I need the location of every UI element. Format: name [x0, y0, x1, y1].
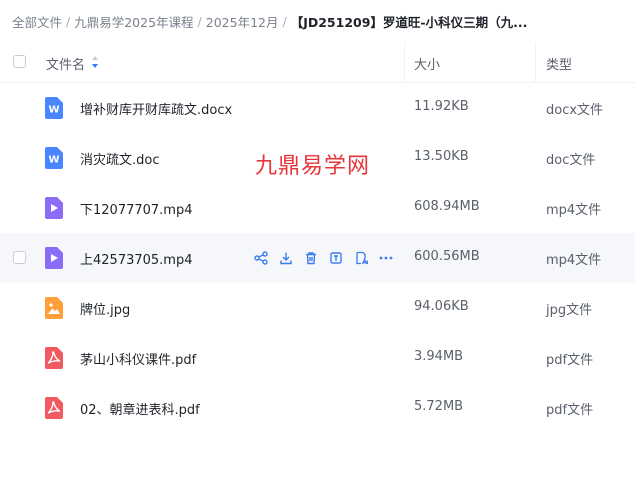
- copy-icon[interactable]: [353, 248, 369, 268]
- delete-icon[interactable]: [303, 248, 319, 268]
- word-doc-icon: W: [45, 147, 63, 169]
- file-name[interactable]: 下12077707.mp4: [80, 199, 193, 218]
- word-doc-icon: W: [45, 97, 63, 119]
- file-name[interactable]: 牌位.jpg: [80, 299, 130, 318]
- watermark-text: 九鼎易学网: [255, 154, 371, 179]
- breadcrumb-item-all-files[interactable]: 全部文件: [12, 12, 62, 31]
- breadcrumb-separator: /: [66, 13, 71, 29]
- rename-icon[interactable]: [328, 248, 344, 268]
- breadcrumb-separator: /: [197, 13, 202, 29]
- file-row[interactable]: 02、朝章进表科.pdf 5.72MB pdf文件: [0, 383, 635, 433]
- file-type: mp4文件: [546, 203, 602, 218]
- column-header-size[interactable]: 大小: [414, 54, 440, 73]
- video-file-icon: [45, 197, 63, 219]
- file-size: 94.06KB: [414, 299, 469, 314]
- file-row[interactable]: 下12077707.mp4 608.94MB mp4文件: [0, 183, 635, 233]
- pdf-file-icon: [45, 347, 63, 369]
- file-size: 3.94MB: [414, 349, 464, 364]
- file-row[interactable]: W 增补财库开财库疏文.docx 11.92KB docx文件: [0, 83, 635, 133]
- file-type: mp4文件: [546, 253, 602, 268]
- table-header: 文件名 大小 类型: [0, 42, 635, 83]
- file-name[interactable]: 02、朝章进表科.pdf: [80, 399, 200, 418]
- file-type: docx文件: [546, 103, 604, 118]
- breadcrumb: 全部文件 / 九鼎易学2025年课程 / 2025年12月 / 【JD25120…: [12, 8, 627, 34]
- file-name[interactable]: 茅山小科仪课件.pdf: [80, 349, 196, 368]
- sort-icon[interactable]: [91, 55, 99, 69]
- file-size: 5.72MB: [414, 399, 464, 414]
- breadcrumb-separator: /: [282, 13, 287, 29]
- breadcrumb-item-2025-12[interactable]: 2025年12月: [206, 12, 279, 31]
- file-type: jpg文件: [546, 303, 593, 318]
- row-action-bar: [253, 248, 394, 268]
- pdf-file-icon: [45, 397, 63, 419]
- file-name[interactable]: 增补财库开财库疏文.docx: [80, 99, 232, 118]
- breadcrumb-item-course-2025[interactable]: 九鼎易学2025年课程: [74, 12, 193, 31]
- column-divider[interactable]: [535, 42, 536, 82]
- file-size: 13.50KB: [414, 149, 469, 164]
- share-icon[interactable]: [253, 248, 269, 268]
- file-size: 608.94MB: [414, 199, 480, 214]
- image-file-icon: [45, 297, 63, 319]
- file-size: 600.56MB: [414, 249, 480, 264]
- column-header-type[interactable]: 类型: [546, 54, 572, 73]
- file-name[interactable]: 消灾疏文.doc: [80, 149, 160, 168]
- svg-text:W: W: [48, 105, 59, 116]
- breadcrumb-current-folder: 【JD251209】罗道旺-小科仪三期（九...: [290, 14, 528, 30]
- row-checkbox[interactable]: [13, 251, 26, 264]
- file-name[interactable]: 上42573705.mp4: [80, 249, 193, 268]
- file-row[interactable]: 茅山小科仪课件.pdf 3.94MB pdf文件: [0, 333, 635, 383]
- select-all-checkbox[interactable]: [13, 55, 26, 68]
- column-divider[interactable]: [404, 42, 405, 82]
- file-row-hovered[interactable]: 上42573705.mp4 600.56MB mp4文件: [0, 233, 635, 283]
- file-type: doc文件: [546, 153, 596, 168]
- svg-text:W: W: [48, 155, 59, 166]
- video-file-icon: [45, 247, 63, 269]
- more-icon[interactable]: [378, 248, 394, 268]
- file-row[interactable]: 牌位.jpg 94.06KB jpg文件: [0, 283, 635, 333]
- file-size: 11.92KB: [414, 99, 469, 114]
- file-type: pdf文件: [546, 353, 594, 368]
- file-list: W 增补财库开财库疏文.docx 11.92KB docx文件 W 消灾疏文.d…: [0, 83, 635, 433]
- column-header-name[interactable]: 文件名: [46, 54, 85, 73]
- download-icon[interactable]: [278, 248, 294, 268]
- file-type: pdf文件: [546, 403, 594, 418]
